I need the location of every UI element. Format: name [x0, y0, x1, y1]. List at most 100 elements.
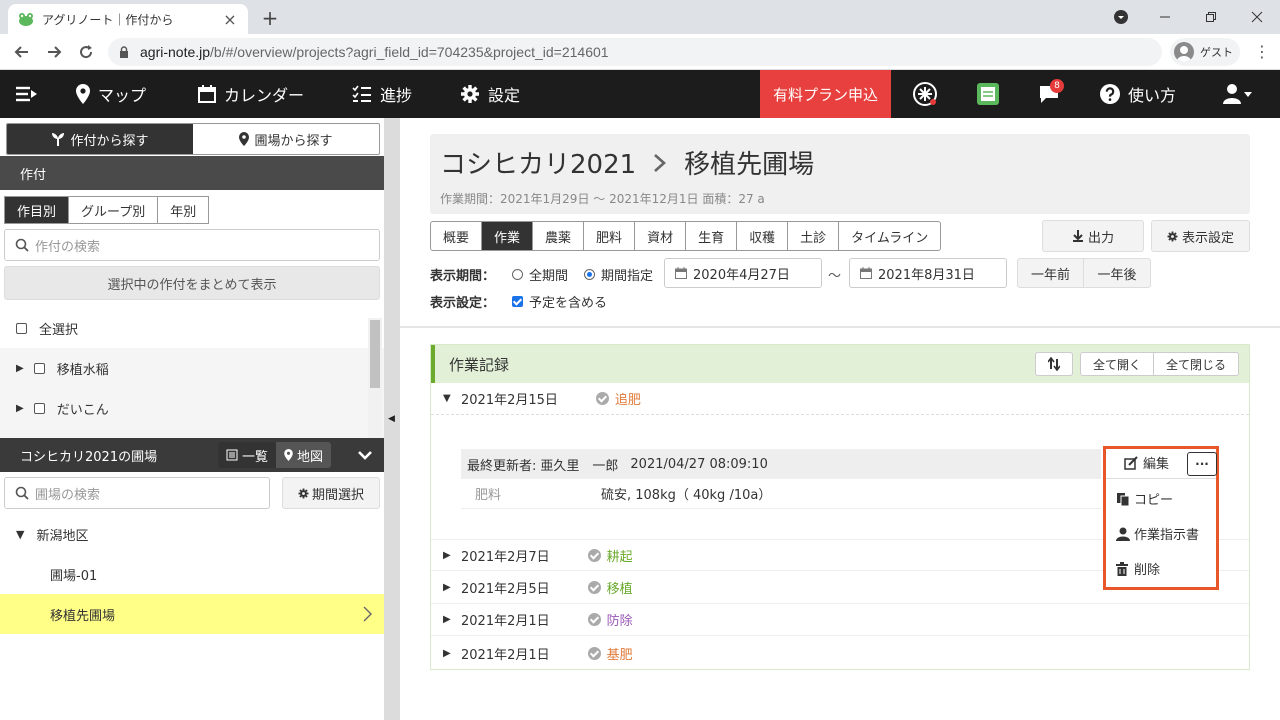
- export-button[interactable]: 出力: [1042, 220, 1144, 252]
- search-by-crop-button[interactable]: 作付から探す: [7, 124, 193, 154]
- crop-checkbox[interactable]: [33, 402, 45, 414]
- menu-item-copy[interactable]: コピー: [1106, 481, 1216, 516]
- record-row[interactable]: ▶ 2021年2月1日 防除: [431, 604, 1249, 636]
- profile-dropdown-icon[interactable]: [1098, 0, 1144, 34]
- prev-year-button[interactable]: 一年前: [1017, 258, 1084, 288]
- field-item[interactable]: 圃場-01: [0, 554, 384, 594]
- back-arrow-icon[interactable]: [12, 42, 32, 62]
- expand-triangle-icon[interactable]: ▶: [443, 614, 453, 625]
- record-row[interactable]: ▶ 2021年2月1日 基肥: [431, 637, 1249, 669]
- period-range-option[interactable]: 期間指定: [584, 265, 653, 284]
- forward-arrow-icon[interactable]: [44, 42, 64, 62]
- include-plans-option[interactable]: 予定を含める: [512, 292, 607, 311]
- crop-name[interactable]: コシヒカリ2021: [440, 144, 636, 181]
- url-field[interactable]: agri-note.jp/b/#/overview/projects?agri_…: [108, 38, 1162, 66]
- nav-settings[interactable]: 設定: [460, 70, 520, 118]
- collapse-left-icon[interactable]: ◀: [388, 414, 395, 424]
- sidebar-toggle-icon[interactable]: [14, 70, 38, 118]
- tab-timeline[interactable]: タイムライン: [839, 222, 940, 250]
- trash-icon: [1116, 561, 1128, 576]
- radio-all[interactable]: [512, 269, 523, 280]
- url-text: agri-note.jp/b/#/overview/projects?agri_…: [140, 44, 609, 60]
- diary-book-icon[interactable]: [976, 70, 1000, 118]
- expand-triangle-icon[interactable]: ▶: [443, 648, 453, 659]
- tab-close-icon[interactable]: ×: [222, 10, 238, 29]
- view-map-button[interactable]: 地図: [276, 442, 332, 468]
- tab-pesticide[interactable]: 農薬: [533, 222, 585, 250]
- tab-overview[interactable]: 概要: [431, 222, 483, 250]
- list-item[interactable]: ▶ だいこん: [0, 388, 384, 428]
- nav-help[interactable]: 使い方: [1100, 70, 1176, 118]
- show-selected-crops-button[interactable]: 選択中の作付をまとめて表示: [4, 266, 380, 300]
- next-year-button[interactable]: 一年後: [1083, 258, 1151, 288]
- weather-icon[interactable]: [912, 70, 938, 118]
- field-item-selected[interactable]: 移植先圃場: [0, 594, 384, 634]
- date-to-field[interactable]: 2021年8月31日: [849, 258, 1007, 288]
- tab-by-crop-type[interactable]: 作目別: [5, 197, 70, 223]
- edit-button[interactable]: 編集: [1124, 453, 1169, 472]
- reload-icon[interactable]: [76, 42, 96, 62]
- restore-icon[interactable]: [1188, 0, 1234, 34]
- period-select-button[interactable]: 期間選択: [282, 477, 380, 509]
- browser-menu-icon[interactable]: ⋮: [1254, 42, 1270, 62]
- premium-plan-button[interactable]: 有料プラン申込: [760, 70, 891, 118]
- sidebar-splitter[interactable]: ◀: [384, 118, 400, 720]
- tab-fertilizer[interactable]: 肥料: [584, 222, 636, 250]
- tab-harvest[interactable]: 収穫: [737, 222, 789, 250]
- crop-search-input[interactable]: 作付の検索: [4, 229, 380, 261]
- date-from-field[interactable]: 2020年4月27日: [664, 258, 822, 288]
- tab-soil[interactable]: 土診: [788, 222, 840, 250]
- guest-label: ゲスト: [1200, 46, 1233, 59]
- search-by-field-button[interactable]: 圃場から探す: [193, 124, 379, 154]
- more-options-button[interactable]: ···: [1187, 452, 1217, 476]
- period-all-option[interactable]: 全期間: [512, 265, 568, 284]
- record-row[interactable]: ▼ 2021年2月15日 追肥: [431, 383, 1249, 415]
- crop-checkbox[interactable]: [33, 362, 45, 374]
- region-row[interactable]: ▼ 新潟地区: [0, 514, 384, 554]
- expand-triangle-icon[interactable]: ▶: [16, 403, 24, 414]
- search-mode-toggle: 作付から探す 圃場から探す: [6, 123, 380, 155]
- sort-button[interactable]: [1035, 352, 1073, 376]
- nav-progress[interactable]: 進捗: [352, 70, 412, 118]
- detail-category: 肥料: [475, 488, 502, 503]
- nav-map[interactable]: マップ: [76, 70, 146, 118]
- display-settings-button[interactable]: 表示設定: [1151, 220, 1250, 252]
- view-list-button[interactable]: 一覧: [218, 442, 277, 468]
- tab-work[interactable]: 作業: [482, 222, 534, 250]
- guest-profile-button[interactable]: ゲスト: [1170, 38, 1240, 66]
- collapse-all-button[interactable]: 全て閉じる: [1153, 352, 1239, 376]
- expand-triangle-icon[interactable]: ▶: [443, 582, 453, 593]
- include-plans-checkbox[interactable]: [512, 296, 523, 307]
- collapse-triangle-icon[interactable]: ▼: [16, 528, 24, 541]
- nav-calendar[interactable]: カレンダー: [198, 70, 304, 118]
- scrollbar-thumb[interactable]: [370, 320, 380, 388]
- expand-all-button[interactable]: 全て開く: [1080, 352, 1154, 376]
- select-all-row[interactable]: 全選択: [0, 308, 384, 348]
- expand-triangle-icon[interactable]: ▶: [16, 363, 24, 374]
- field-search-input[interactable]: 圃場の検索: [4, 477, 270, 509]
- chevron-down-icon[interactable]: [358, 450, 372, 460]
- list-item[interactable]: [0, 428, 384, 438]
- menu-item-delete[interactable]: 削除: [1106, 551, 1216, 586]
- collapse-triangle-icon[interactable]: ▼: [443, 393, 453, 404]
- close-window-icon[interactable]: [1234, 0, 1280, 34]
- select-all-checkbox[interactable]: [16, 322, 27, 334]
- region-label: 新潟地区: [36, 528, 89, 544]
- user-menu-icon[interactable]: [1222, 70, 1254, 118]
- minimize-icon[interactable]: [1142, 0, 1188, 34]
- browser-tab[interactable]: アグリノート｜作付から ×: [8, 4, 248, 34]
- list-item[interactable]: ▶ 移植水稲: [0, 348, 384, 388]
- radio-range[interactable]: [584, 269, 595, 280]
- menu-item-work-instruction[interactable]: 作業指示書: [1106, 516, 1216, 551]
- nav-map-label: マップ: [98, 86, 147, 105]
- tab-by-group[interactable]: グループ別: [69, 197, 159, 223]
- notification-badge: 8: [1050, 79, 1064, 93]
- message-icon[interactable]: [1038, 70, 1060, 118]
- expand-triangle-icon[interactable]: ▶: [443, 550, 453, 561]
- tab-by-year[interactable]: 年別: [158, 197, 208, 223]
- crop-list-scrollbar[interactable]: [368, 318, 382, 438]
- new-tab-button[interactable]: +: [260, 6, 280, 30]
- tab-growth[interactable]: 生育: [686, 222, 738, 250]
- tab-materials[interactable]: 資材: [635, 222, 687, 250]
- date-to-value: 2021年8月31日: [878, 267, 975, 283]
